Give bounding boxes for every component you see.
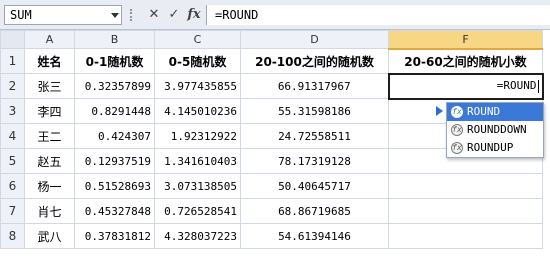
- cell-rand20-60[interactable]: [388, 173, 543, 199]
- cell-name[interactable]: 王二: [24, 123, 75, 149]
- header-cell-name[interactable]: 姓名: [24, 48, 75, 74]
- formula-input[interactable]: =ROUND: [206, 5, 550, 25]
- active-cell-text: =ROUND: [496, 79, 537, 93]
- pointer-arrow-icon: [436, 106, 443, 116]
- column-header-c[interactable]: C: [154, 30, 241, 49]
- cancel-icon[interactable]: ✕: [146, 7, 162, 23]
- function-icon: fx: [451, 124, 463, 136]
- autocomplete-item-round[interactable]: fx ROUND: [447, 103, 543, 121]
- cell-rand05[interactable]: 1.92312922: [154, 123, 241, 149]
- row-header[interactable]: 7: [0, 198, 25, 224]
- cell-name[interactable]: 李四: [24, 98, 75, 124]
- function-autocomplete-list: fx ROUND fx ROUNDDOWN fx ROUNDUP: [446, 102, 544, 158]
- chevron-down-icon[interactable]: [111, 13, 119, 18]
- function-icon: fx: [451, 106, 463, 118]
- formula-bar: SUM ✕ ✓ fx =ROUND: [0, 0, 550, 30]
- cell-rand20-60[interactable]: [388, 223, 543, 249]
- cell-name[interactable]: 武八: [24, 223, 75, 249]
- cell-rand01[interactable]: 0.45327848: [74, 198, 155, 224]
- autocomplete-item-label: ROUND: [467, 105, 501, 118]
- row-header[interactable]: 1: [0, 48, 25, 74]
- column-header-d[interactable]: D: [240, 30, 389, 49]
- header-cell-rand20-60[interactable]: 20-60之间的随机小数: [388, 48, 543, 74]
- cell-name[interactable]: 杨一: [24, 173, 75, 199]
- cell-rand05[interactable]: 1.341610403: [154, 148, 241, 174]
- autocomplete-item-label: ROUNDDOWN: [467, 123, 527, 136]
- cell-rand20-100[interactable]: 78.17319128: [240, 148, 389, 174]
- formula-text: =ROUND: [215, 8, 259, 22]
- cell-rand20-60[interactable]: [388, 198, 543, 224]
- column-header-a[interactable]: A: [24, 30, 75, 49]
- cell-rand20-100[interactable]: 68.86719685: [240, 198, 389, 224]
- cell-name[interactable]: 肖七: [24, 198, 75, 224]
- cell-rand01[interactable]: 0.12937519: [74, 148, 155, 174]
- cell-rand05[interactable]: 3.977435855: [154, 73, 241, 99]
- column-header-b[interactable]: B: [74, 30, 155, 49]
- cell-rand05[interactable]: 0.726528541: [154, 198, 241, 224]
- row-header[interactable]: 8: [0, 223, 25, 249]
- cell-name[interactable]: 张三: [24, 73, 75, 99]
- active-cell-editor[interactable]: =ROUND: [387, 72, 544, 100]
- cell-rand20-100[interactable]: 55.31598186: [240, 98, 389, 124]
- cell-rand01[interactable]: 0.32357899: [74, 73, 155, 99]
- header-cell-rand20-100[interactable]: 20-100之间的随机数: [240, 48, 389, 74]
- row-header[interactable]: 6: [0, 173, 25, 199]
- cell-rand20-100[interactable]: 54.61394146: [240, 223, 389, 249]
- cell-rand20-100[interactable]: 66.91317967: [240, 73, 389, 99]
- cell-rand20-100[interactable]: 24.72558511: [240, 123, 389, 149]
- row-header[interactable]: 3: [0, 98, 25, 124]
- cell-rand01[interactable]: 0.37831812: [74, 223, 155, 249]
- name-box-value: SUM: [10, 8, 32, 22]
- cell-name[interactable]: 赵五: [24, 148, 75, 174]
- row-header[interactable]: 4: [0, 123, 25, 149]
- insert-function-icon[interactable]: fx: [186, 7, 202, 23]
- name-box[interactable]: SUM: [4, 5, 122, 25]
- function-icon: fx: [451, 142, 463, 154]
- cell-rand05[interactable]: 4.145010236: [154, 98, 241, 124]
- header-cell-rand05[interactable]: 0-5随机数: [154, 48, 241, 74]
- resize-grip-icon[interactable]: [130, 9, 136, 21]
- autocomplete-item-roundup[interactable]: fx ROUNDUP: [447, 139, 543, 157]
- cell-rand01[interactable]: 0.8291448: [74, 98, 155, 124]
- cell-rand01[interactable]: 0.51528693: [74, 173, 155, 199]
- enter-icon[interactable]: ✓: [166, 7, 182, 23]
- autocomplete-item-label: ROUNDUP: [467, 141, 514, 154]
- cell-rand01[interactable]: 0.424307: [74, 123, 155, 149]
- select-all-corner[interactable]: [0, 30, 25, 49]
- cell-rand05[interactable]: 4.328037223: [154, 223, 241, 249]
- row-header[interactable]: 2: [0, 73, 25, 99]
- text-caret: [537, 79, 539, 93]
- column-header-f[interactable]: F: [388, 30, 543, 50]
- autocomplete-item-rounddown[interactable]: fx ROUNDDOWN: [447, 121, 543, 139]
- header-cell-rand01[interactable]: 0-1随机数: [74, 48, 155, 74]
- cell-rand05[interactable]: 3.073138505: [154, 173, 241, 199]
- cell-rand20-100[interactable]: 50.40645717: [240, 173, 389, 199]
- row-header[interactable]: 5: [0, 148, 25, 174]
